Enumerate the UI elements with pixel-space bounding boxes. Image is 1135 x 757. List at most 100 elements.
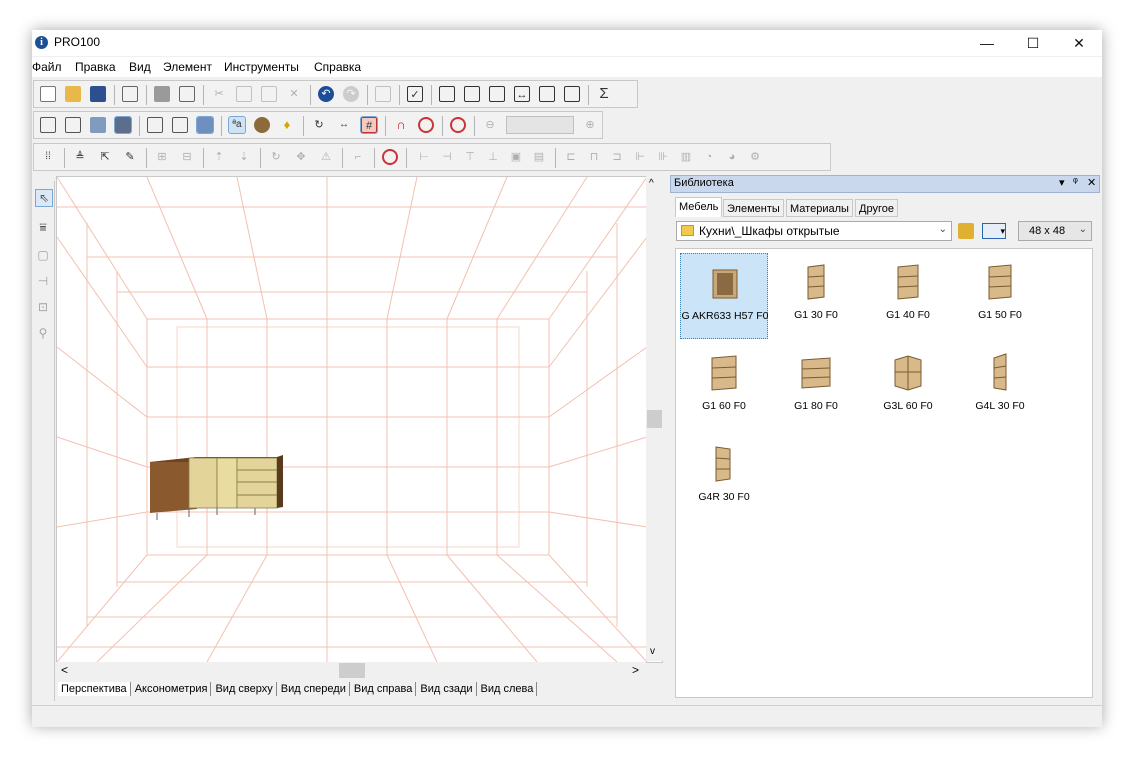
menu-edit[interactable]: Правка xyxy=(75,60,116,74)
distribute-right-icon[interactable]: ⊐ xyxy=(609,149,625,165)
distribute-h-icon[interactable]: ⊩ xyxy=(632,149,648,165)
library-path-select[interactable]: Кухни\_Шкафы открытые ⌄ xyxy=(676,221,952,241)
box-outline-2-icon[interactable] xyxy=(172,117,188,133)
library-item[interactable]: G1 50 F0 xyxy=(956,253,1044,339)
library-item[interactable]: G4L 30 F0 xyxy=(956,344,1044,430)
library-item[interactable]: G1 60 F0 xyxy=(680,344,768,430)
box-outline-icon[interactable] xyxy=(147,117,163,133)
zoom-page-icon[interactable] xyxy=(464,86,480,102)
shaded-view-icon[interactable] xyxy=(114,116,132,134)
gear-icon[interactable]: ⚙ xyxy=(747,149,763,165)
menu-element[interactable]: Элемент xyxy=(163,60,212,74)
align-bottom-icon[interactable]: ⊥ xyxy=(485,149,501,165)
speech-icon[interactable]: ◔ xyxy=(701,149,717,165)
magnet-icon[interactable]: ∩ xyxy=(393,117,409,133)
undo-icon[interactable]: ↶ xyxy=(318,86,334,102)
group-icon[interactable]: ⊞ xyxy=(154,149,170,165)
zoom-fit-icon[interactable] xyxy=(489,86,505,102)
save-icon[interactable] xyxy=(90,86,106,102)
zoom-tool-icon[interactable]: ⚲ xyxy=(35,325,51,341)
align-front-icon[interactable]: ▣ xyxy=(508,149,524,165)
tab-furniture[interactable]: Мебель xyxy=(675,197,723,217)
distribute-left-icon[interactable]: ⊏ xyxy=(563,149,579,165)
tab-front-view[interactable]: Вид спереди xyxy=(278,682,350,696)
tab-other[interactable]: Другое xyxy=(855,199,898,217)
rotate-cw-icon[interactable]: ↻ xyxy=(268,149,284,165)
solid-view-icon[interactable] xyxy=(90,117,106,133)
zoom-out-icon[interactable]: ⊖ xyxy=(482,117,498,133)
outline-view-icon[interactable] xyxy=(65,117,81,133)
presentation-icon[interactable] xyxy=(539,86,555,102)
print-icon[interactable] xyxy=(154,86,170,102)
delete-icon[interactable]: ✕ xyxy=(286,86,302,102)
light-bulb-icon[interactable]: ♦ xyxy=(279,117,295,133)
perspective-viewport[interactable] xyxy=(56,176,663,663)
tab-materials[interactable]: Материалы xyxy=(786,199,853,217)
viewport-horizontal-scrollbar[interactable]: < > xyxy=(56,662,646,679)
menu-help[interactable]: Справка xyxy=(314,60,361,74)
checklist-icon[interactable]: ✓ xyxy=(407,86,423,102)
cut-icon[interactable]: ✂ xyxy=(211,86,227,102)
dimension-tool-icon[interactable]: ⊣ xyxy=(35,273,51,289)
scroll-right-button[interactable]: > xyxy=(632,663,639,677)
kitchen-cabinets[interactable] xyxy=(150,455,283,520)
new-file-icon[interactable] xyxy=(40,86,56,102)
library-menu-button[interactable]: ▾ xyxy=(1059,176,1065,189)
pencil-icon[interactable]: ✎ xyxy=(122,149,138,165)
mass-icon[interactable]: ◕ xyxy=(724,149,740,165)
zoom-in-icon[interactable]: ⊕ xyxy=(582,117,598,133)
target-icon[interactable] xyxy=(418,117,434,133)
library-item[interactable]: G1 40 F0 xyxy=(864,253,952,339)
close-button[interactable]: ✕ xyxy=(1056,30,1102,56)
print-preview-icon[interactable] xyxy=(179,86,195,102)
align-right-icon[interactable]: ⊣ xyxy=(439,149,455,165)
scroll-down-button[interactable]: v xyxy=(650,646,655,657)
distribute-v-icon[interactable]: ⊪ xyxy=(655,149,671,165)
maximize-button[interactable]: ☐ xyxy=(1010,30,1056,56)
zoom-combo[interactable] xyxy=(506,116,574,134)
report-icon[interactable] xyxy=(439,86,455,102)
dimension-icon[interactable]: ↔ xyxy=(336,117,352,133)
width-icon[interactable]: ↔ xyxy=(514,86,530,102)
target-red-icon[interactable] xyxy=(382,149,398,165)
center-icon[interactable] xyxy=(450,117,466,133)
redo-icon[interactable]: ↷ xyxy=(343,86,359,102)
snap-grid-icon[interactable]: ⁞⁞ xyxy=(40,149,56,165)
icon-size-select[interactable]: 48 x 48 ⌄ xyxy=(1018,221,1092,241)
pin-icon[interactable]: ᵠ xyxy=(1073,176,1078,188)
box-tool-icon[interactable]: ▢ xyxy=(35,247,51,263)
minimize-button[interactable]: — xyxy=(964,30,1010,56)
distribute-center-icon[interactable]: ⊓ xyxy=(586,149,602,165)
tab-elements[interactable]: Элементы xyxy=(723,199,784,217)
wall-tool-icon[interactable]: ⩸ xyxy=(35,219,51,235)
align-back-icon[interactable]: ▤ xyxy=(531,149,547,165)
library-item[interactable]: G3L 60 F0 xyxy=(864,344,952,430)
move-down-icon[interactable]: ⇣ xyxy=(236,149,252,165)
copy-icon[interactable] xyxy=(236,86,252,102)
money-icon[interactable] xyxy=(564,86,580,102)
level-icon[interactable]: ≜ xyxy=(72,149,88,165)
pointer-3d-icon[interactable]: ⇱ xyxy=(97,149,113,165)
menu-view[interactable]: Вид xyxy=(129,60,151,74)
horizontal-scroll-thumb[interactable] xyxy=(339,663,365,678)
mirror-icon[interactable]: ⚠ xyxy=(318,149,334,165)
menu-tools[interactable]: Инструменты xyxy=(224,60,299,74)
library-item[interactable]: G AKR633 H57 F0 xyxy=(680,253,768,339)
folder-up-icon[interactable] xyxy=(958,223,974,239)
tab-top-view[interactable]: Вид сверху xyxy=(212,682,277,696)
ungroup-icon[interactable]: ⊟ xyxy=(179,149,195,165)
wireframe-view-icon[interactable] xyxy=(40,117,56,133)
chart-icon[interactable]: ▥ xyxy=(678,149,694,165)
scroll-up-button[interactable]: ^ xyxy=(649,178,654,189)
note-tool-icon[interactable]: ⊡ xyxy=(35,299,51,315)
tab-right-view[interactable]: Вид справа xyxy=(351,682,417,696)
tab-back-view[interactable]: Вид сзади xyxy=(417,682,477,696)
move-cross-icon[interactable]: ✥ xyxy=(293,149,309,165)
grid-icon[interactable]: # xyxy=(360,116,378,134)
align-top-icon[interactable]: ⊤ xyxy=(462,149,478,165)
corner-icon[interactable]: ⌐ xyxy=(350,149,366,165)
materials-icon[interactable] xyxy=(254,117,270,133)
view-mode-icon[interactable]: ▾ xyxy=(982,223,1006,239)
tab-perspective[interactable]: Перспектива xyxy=(58,682,131,696)
open-icon[interactable] xyxy=(65,86,81,102)
